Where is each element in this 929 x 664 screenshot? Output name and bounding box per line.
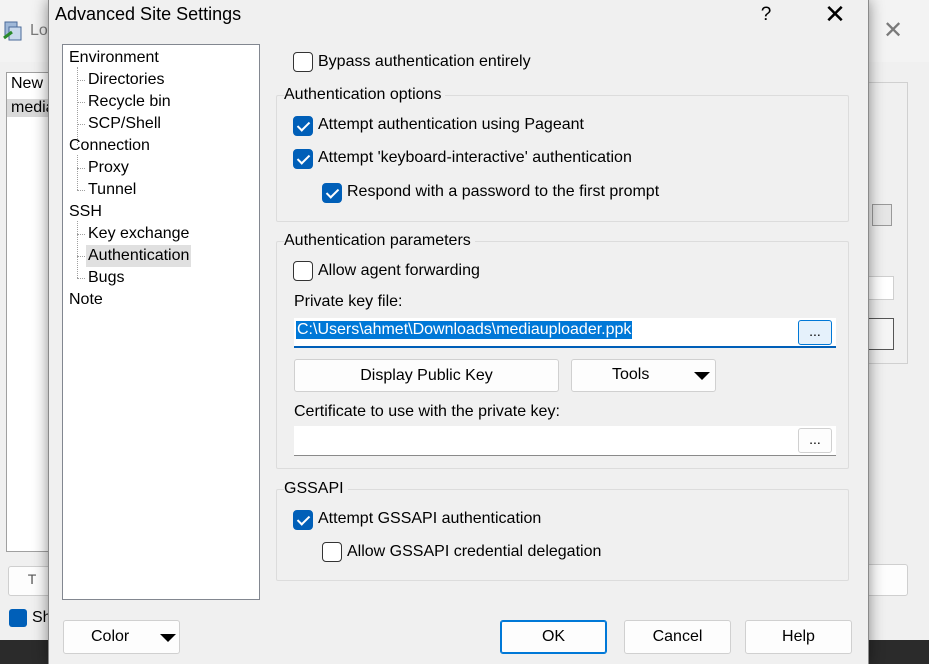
private-key-browse-button[interactable]: ... [798,320,832,345]
auth-options-title: Authentication options [284,86,446,104]
dialog-title: Advanced Site Settings [55,4,242,24]
gssapi-delegation-label: Allow GSSAPI credential delegation [347,543,602,560]
certificate-browse-button[interactable]: ... [798,428,832,453]
certificate-label: Certificate to use with the private key: [294,403,560,420]
tree-connector [77,67,78,145]
color-dropdown-button[interactable]: Color [63,620,180,654]
tree-item-scp-shell[interactable]: SCP/Shell [86,113,163,135]
tree-item-key-exchange[interactable]: Key exchange [86,223,191,245]
display-public-key-button[interactable]: Display Public Key [294,359,559,392]
tree-item-directories[interactable]: Directories [86,69,166,91]
show-checkbox[interactable] [9,609,27,627]
chevron-down-icon [160,634,176,642]
tree-connector [77,234,85,235]
tree-connector [77,124,85,125]
private-key-label: Private key file: [294,293,403,310]
help-button[interactable]: Help [745,620,852,654]
respond-password-label: Respond with a password to the first pro… [347,183,660,200]
settings-tree[interactable]: Environment Directories Recycle bin SCP/… [62,44,260,600]
auth-params-title: Authentication parameters [284,232,475,250]
tree-item-authentication[interactable]: Authentication [86,245,192,267]
tree-item-environment[interactable]: Environment [67,47,161,69]
gssapi-attempt-checkbox[interactable] [293,510,313,530]
cancel-button[interactable]: Cancel [624,620,731,654]
bypass-auth-label: Bypass authentication entirely [318,53,531,70]
tools-dropdown-button[interactable]: Tools [571,359,716,392]
respond-password-checkbox[interactable] [322,183,342,203]
winscp-app-icon [2,20,24,42]
tree-item-proxy[interactable]: Proxy [86,157,131,179]
chevron-down-icon [694,372,710,380]
login-close-icon[interactable]: ✕ [876,16,910,46]
tree-connector [77,168,85,169]
tree-connector [77,221,78,278]
tree-item-recycle-bin[interactable]: Recycle bin [86,91,173,113]
ok-button[interactable]: OK [500,620,607,654]
tree-item-note[interactable]: Note [67,289,105,311]
tree-connector [77,256,85,257]
gssapi-title: GSSAPI [284,480,348,498]
tree-connector [77,102,85,103]
bypass-auth-checkbox[interactable] [293,52,313,72]
agent-forwarding-checkbox[interactable] [293,261,313,281]
login-window-title: Lo [30,22,48,39]
tree-item-connection[interactable]: Connection [67,135,152,157]
tools-label: Tools [612,366,650,383]
close-icon[interactable]: ✕ [815,0,855,30]
tree-connector [77,278,85,279]
tree-item-tunnel[interactable]: Tunnel [86,179,138,201]
color-label: Color [91,628,130,645]
tree-item-ssh[interactable]: SSH [67,201,104,223]
gssapi-delegation-checkbox[interactable] [322,542,342,562]
tree-item-bugs[interactable]: Bugs [86,267,126,289]
pageant-label: Attempt authentication using Pageant [318,116,584,133]
agent-forwarding-label: Allow agent forwarding [318,262,480,279]
gssapi-attempt-label: Attempt GSSAPI authentication [318,510,542,527]
certificate-input[interactable]: ... [294,426,836,456]
tree-connector [77,155,78,190]
keyboard-interactive-label: Attempt 'keyboard-interactive' authentic… [318,149,632,166]
keyboard-interactive-checkbox[interactable] [293,149,313,169]
gssapi-group [276,489,849,581]
pageant-checkbox[interactable] [293,116,313,136]
private-key-input[interactable]: C:\Users\ahmet\Downloads\mediauploader.p… [294,318,836,348]
private-key-value: C:\Users\ahmet\Downloads\mediauploader.p… [296,321,633,339]
port-spinner[interactable] [872,204,892,226]
tree-connector [77,190,85,191]
help-question-button[interactable]: ? [749,0,783,30]
advanced-site-settings-dialog: Advanced Site Settings ? ✕ Environment D… [48,0,869,664]
tree-connector [77,80,85,81]
